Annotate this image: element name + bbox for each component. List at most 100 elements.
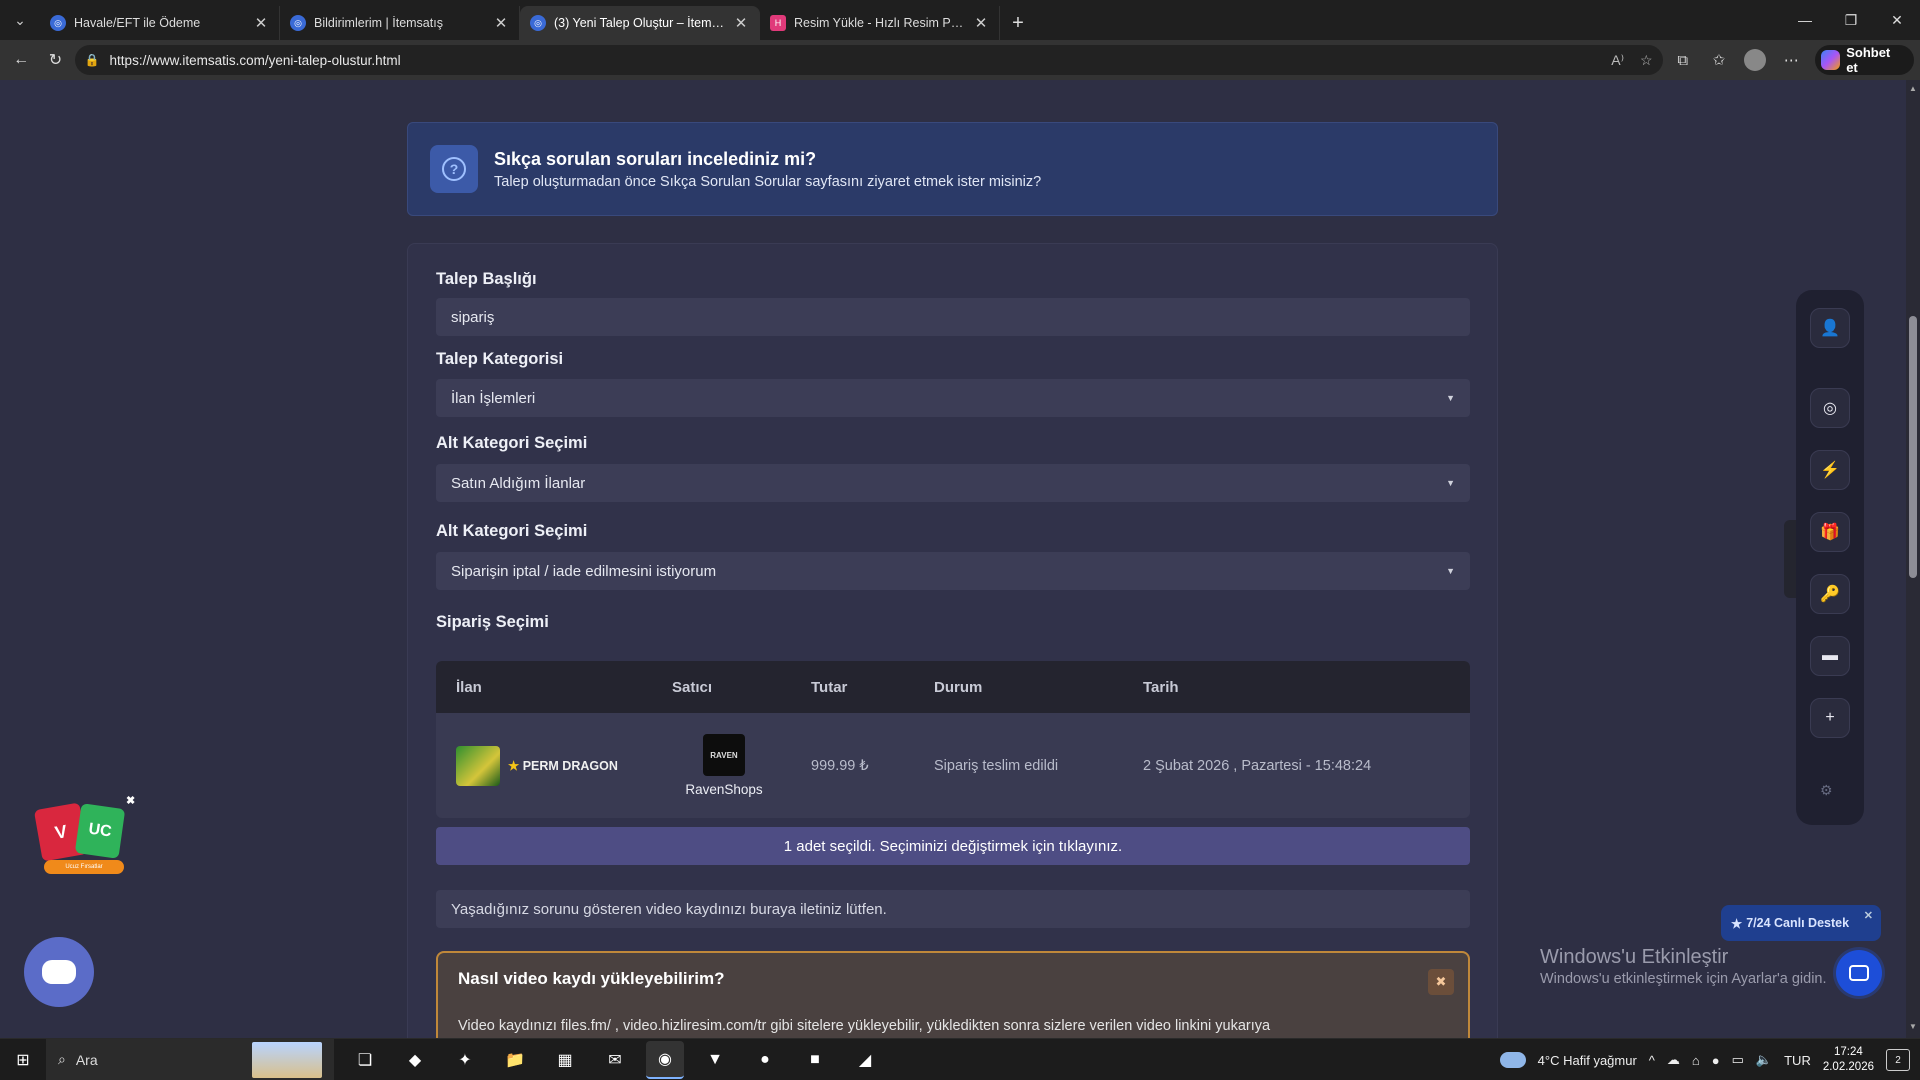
discord-icon[interactable]: ●: [746, 1041, 784, 1079]
favorite-star-icon[interactable]: ☆: [1640, 52, 1653, 69]
chevron-down-icon: ▼: [1446, 393, 1455, 403]
promo-widget[interactable]: V UC Ucuz Fırsatlar ✖: [33, 794, 135, 879]
back-icon[interactable]: ←: [6, 44, 36, 76]
ticket-category-label: Talep Kategorisi: [436, 350, 564, 368]
scroll-down-icon[interactable]: ▼: [1908, 1022, 1918, 1034]
gift-icon[interactable]: 🎁: [1810, 512, 1850, 552]
url-text: https://www.itemsatis.com/yeni-talep-olu…: [109, 52, 401, 68]
question-icon: ?: [430, 145, 478, 193]
store-icon[interactable]: ▦: [546, 1041, 584, 1079]
close-support-icon[interactable]: ✕: [1864, 909, 1873, 922]
volume-icon[interactable]: 🔈: [1756, 1052, 1772, 1068]
task-view-icon[interactable]: ❏: [346, 1041, 384, 1079]
notification-icon[interactable]: 2: [1886, 1049, 1910, 1071]
change-selection-button[interactable]: 1 adet seçildi. Seçiminizi değiştirmek i…: [436, 827, 1470, 865]
listing-name: PERM DRAGON: [522, 759, 618, 773]
promo-card-green: UC: [74, 803, 126, 859]
chat-button[interactable]: [24, 937, 94, 1007]
minimize-icon[interactable]: —: [1782, 0, 1828, 40]
copilot-app-icon[interactable]: ◆: [396, 1041, 434, 1079]
sub-category-2-label: Alt Kategori Seçimi: [436, 522, 588, 540]
browser-tab-bar: ⌄ ◎ Havale/EFT ile Ödeme ✕ ◎ Bildirimler…: [0, 0, 1920, 40]
copilot-label: Sohbet et: [1846, 45, 1891, 75]
url-field[interactable]: 🔒 https://www.itemsatis.com/yeni-talep-o…: [74, 45, 1663, 75]
live-support-label: 7/24 Canlı Destek: [1746, 916, 1850, 930]
tab-actions-menu[interactable]: ⌄: [0, 0, 40, 40]
faq-title: Sıkça sorulan soruları incelediniz mi?: [494, 148, 817, 169]
language-indicator[interactable]: TUR: [1784, 1053, 1811, 1068]
close-tab-icon[interactable]: ✕: [733, 14, 749, 32]
favorites-icon[interactable]: ✩: [1703, 44, 1735, 76]
plus-icon[interactable]: +: [1810, 698, 1850, 738]
order-seller-cell: RAVEN RavenShops: [672, 734, 811, 797]
col-header-tutar: Tutar: [811, 678, 848, 696]
activation-subtitle: Windows'u etkinleştirmek için Ayarlar'a …: [1540, 971, 1827, 987]
tray-chevron-icon[interactable]: ^: [1649, 1053, 1655, 1068]
windows-activation-watermark: Windows'u Etkinleştir Windows'u etkinleş…: [1540, 946, 1827, 987]
ticket-category-select[interactable]: İlan İşlemleri ▼: [436, 379, 1470, 417]
scroll-thumb[interactable]: [1909, 316, 1917, 578]
tab-bildirimlerim[interactable]: ◎ Bildirimlerim | İtemsatış ✕: [280, 6, 520, 40]
live-support-pill[interactable]: ★ 7/24 Canlı Destek ✕: [1721, 905, 1881, 941]
sidebar-collapse-handle[interactable]: [1784, 520, 1796, 598]
close-window-icon[interactable]: ✕: [1874, 0, 1920, 40]
read-aloud-icon[interactable]: A⁾: [1611, 52, 1624, 69]
close-tab-icon[interactable]: ✕: [973, 14, 989, 32]
bolt-icon[interactable]: ⚡: [1810, 450, 1850, 490]
tab-yeni-talep[interactable]: ◎ (3) Yeni Talep Oluştur – İtemSat ✕: [520, 6, 760, 40]
instagram-icon[interactable]: ◎: [1810, 388, 1850, 428]
extensions-icon[interactable]: ⧉: [1667, 44, 1699, 76]
ticket-title-input[interactable]: sipariş: [436, 298, 1470, 336]
close-alert-icon[interactable]: ✖: [1428, 969, 1454, 995]
app-dark-icon[interactable]: ◢: [846, 1041, 884, 1079]
more-options-icon[interactable]: ⋯: [1775, 44, 1807, 76]
wallet-icon[interactable]: ▬: [1810, 636, 1850, 676]
page-scrollbar[interactable]: ▲ ▼: [1906, 80, 1920, 1038]
lock-icon: 🔒: [84, 53, 100, 67]
copilot-button[interactable]: Sohbet et: [1815, 45, 1915, 75]
weather-text[interactable]: 4°C Hafif yağmur: [1538, 1053, 1637, 1068]
orders-table-header: İlan Satıcı Tutar Durum Tarih: [436, 661, 1470, 713]
user-icon[interactable]: 👤: [1810, 308, 1850, 348]
order-date: 2 Şubat 2026 , Pazartesi - 15:48:24: [1143, 757, 1372, 774]
clock[interactable]: 17:24 2.02.2026: [1823, 1045, 1874, 1075]
ticket-title-label: Talep Başlığı: [436, 270, 537, 288]
tab-havale[interactable]: ◎ Havale/EFT ile Ödeme ✕: [40, 6, 280, 40]
cloud-icon[interactable]: ☁: [1667, 1052, 1680, 1068]
ticket-form-card: Talep Başlığı sipariş Talep Kategorisi İ…: [407, 243, 1498, 1038]
system-tray: 4°C Hafif yağmur ^ ☁ ⌂ ● ▭ 🔈 TUR 17:24 2…: [1499, 1039, 1920, 1080]
clock-time: 17:24: [1834, 1046, 1863, 1058]
scroll-up-icon[interactable]: ▲: [1908, 84, 1918, 96]
close-tab-icon[interactable]: ✕: [253, 14, 269, 32]
key-icon[interactable]: 🔑: [1810, 574, 1850, 614]
video-link-input[interactable]: Yaşadığınız sorunu gösteren video kaydın…: [436, 890, 1470, 928]
profile-icon[interactable]: [1739, 44, 1771, 76]
mail-icon[interactable]: ✉: [596, 1041, 634, 1079]
close-tab-icon[interactable]: ✕: [493, 14, 509, 32]
wifi-icon[interactable]: ▭: [1732, 1052, 1744, 1068]
taskbar-search[interactable]: ⌕ Ara: [46, 1038, 334, 1080]
hizliresim-favicon-icon: H: [770, 15, 786, 31]
tab-resim-yukle[interactable]: H Resim Yükle - Hızlı Resim Paylaş - R ✕: [760, 6, 1000, 40]
new-tab-button[interactable]: +: [1000, 6, 1036, 40]
edge-browser-icon[interactable]: ◉: [646, 1040, 684, 1079]
close-promo-icon[interactable]: ✖: [126, 794, 135, 807]
network-icon[interactable]: ⌂: [1692, 1053, 1700, 1068]
brave-browser-icon[interactable]: ▼: [696, 1041, 734, 1079]
sub-category-2-select[interactable]: Siparişin iptal / iade edilmesini istiyo…: [436, 552, 1470, 590]
windows-start-icon[interactable]: ⊞: [0, 1039, 46, 1080]
app-blue-icon[interactable]: ■: [796, 1041, 834, 1079]
faq-banner[interactable]: ? Sıkça sorulan soruları incelediniz mi?…: [407, 122, 1498, 216]
microphone-icon[interactable]: ●: [1712, 1053, 1720, 1068]
refresh-icon[interactable]: ↻: [40, 44, 70, 76]
seller-name: RavenShops: [685, 782, 763, 797]
restore-icon[interactable]: ❐: [1828, 0, 1874, 40]
gear-icon[interactable]: ⚙: [1820, 782, 1833, 799]
sub-category-1-select[interactable]: Satın Aldığım İlanlar ▼: [436, 464, 1470, 502]
app-icon[interactable]: ✦: [446, 1041, 484, 1079]
chevron-down-icon: ▼: [1446, 478, 1455, 488]
file-explorer-icon[interactable]: 📁: [496, 1041, 534, 1079]
live-support-button[interactable]: [1836, 950, 1882, 996]
windows-taskbar: ⊞ ⌕ Ara ❏ ◆ ✦ 📁 ▦ ✉ ◉ ▼ ● ■ ◢ 4°C Hafif …: [0, 1038, 1920, 1080]
table-row[interactable]: ★ PERM DRAGON RAVEN RavenShops 999.99 ₺ …: [436, 713, 1470, 818]
